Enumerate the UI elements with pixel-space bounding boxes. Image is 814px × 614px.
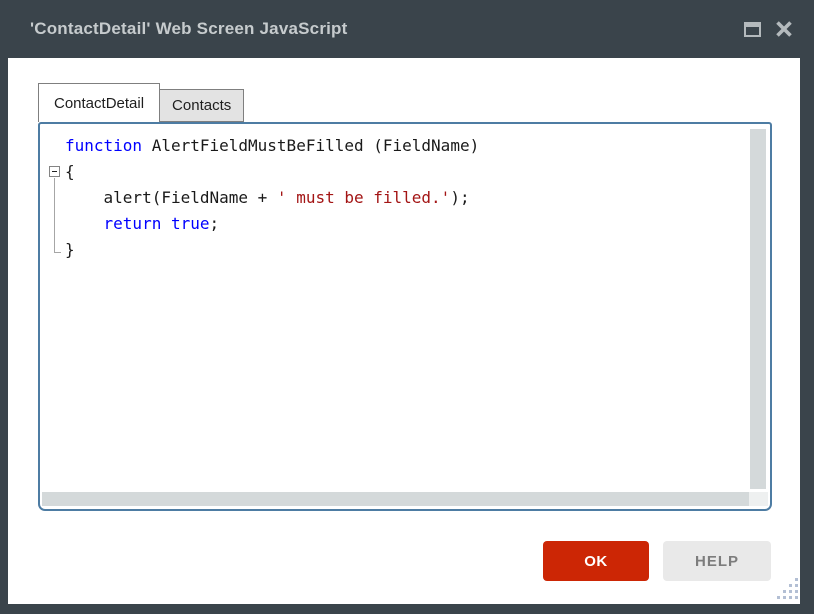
tab-label: Contacts [172,97,231,114]
help-button[interactable]: HELP [663,541,771,581]
resize-grip-icon[interactable] [776,577,798,599]
tab-contactdetail[interactable]: ContactDetail [38,83,160,122]
dialog-titlebar: 'ContactDetail' Web Screen JavaScript [0,0,814,58]
horizontal-scrollbar[interactable] [42,492,749,506]
code-line: } [65,237,744,263]
fold-guide-line-end [54,252,61,253]
close-icon[interactable] [775,20,793,38]
tab-contacts[interactable]: Contacts [160,89,244,122]
fold-collapse-icon[interactable] [49,166,60,177]
dialog-body: ContactDetail Contacts function AlertFie… [8,58,800,604]
maximize-icon[interactable] [744,22,761,37]
scrollbar-corner [749,492,768,506]
code-line: alert(FieldName + ' must be filled.'); [65,185,744,211]
fold-guide-line [54,178,55,252]
code-line: return true; [65,211,744,237]
vertical-scrollbar[interactable] [750,129,766,489]
tab-bar: ContactDetail Contacts [38,83,244,122]
code-text[interactable]: function AlertFieldMustBeFilled (FieldNa… [65,133,744,485]
dialog-title: 'ContactDetail' Web Screen JavaScript [30,19,348,39]
window-controls [744,20,793,38]
tab-label: ContactDetail [54,95,144,112]
ok-button[interactable]: OK [543,541,649,581]
javascript-code-editor[interactable]: function AlertFieldMustBeFilled (FieldNa… [38,122,772,511]
code-line: function AlertFieldMustBeFilled (FieldNa… [65,133,744,159]
code-line: { [65,159,744,185]
